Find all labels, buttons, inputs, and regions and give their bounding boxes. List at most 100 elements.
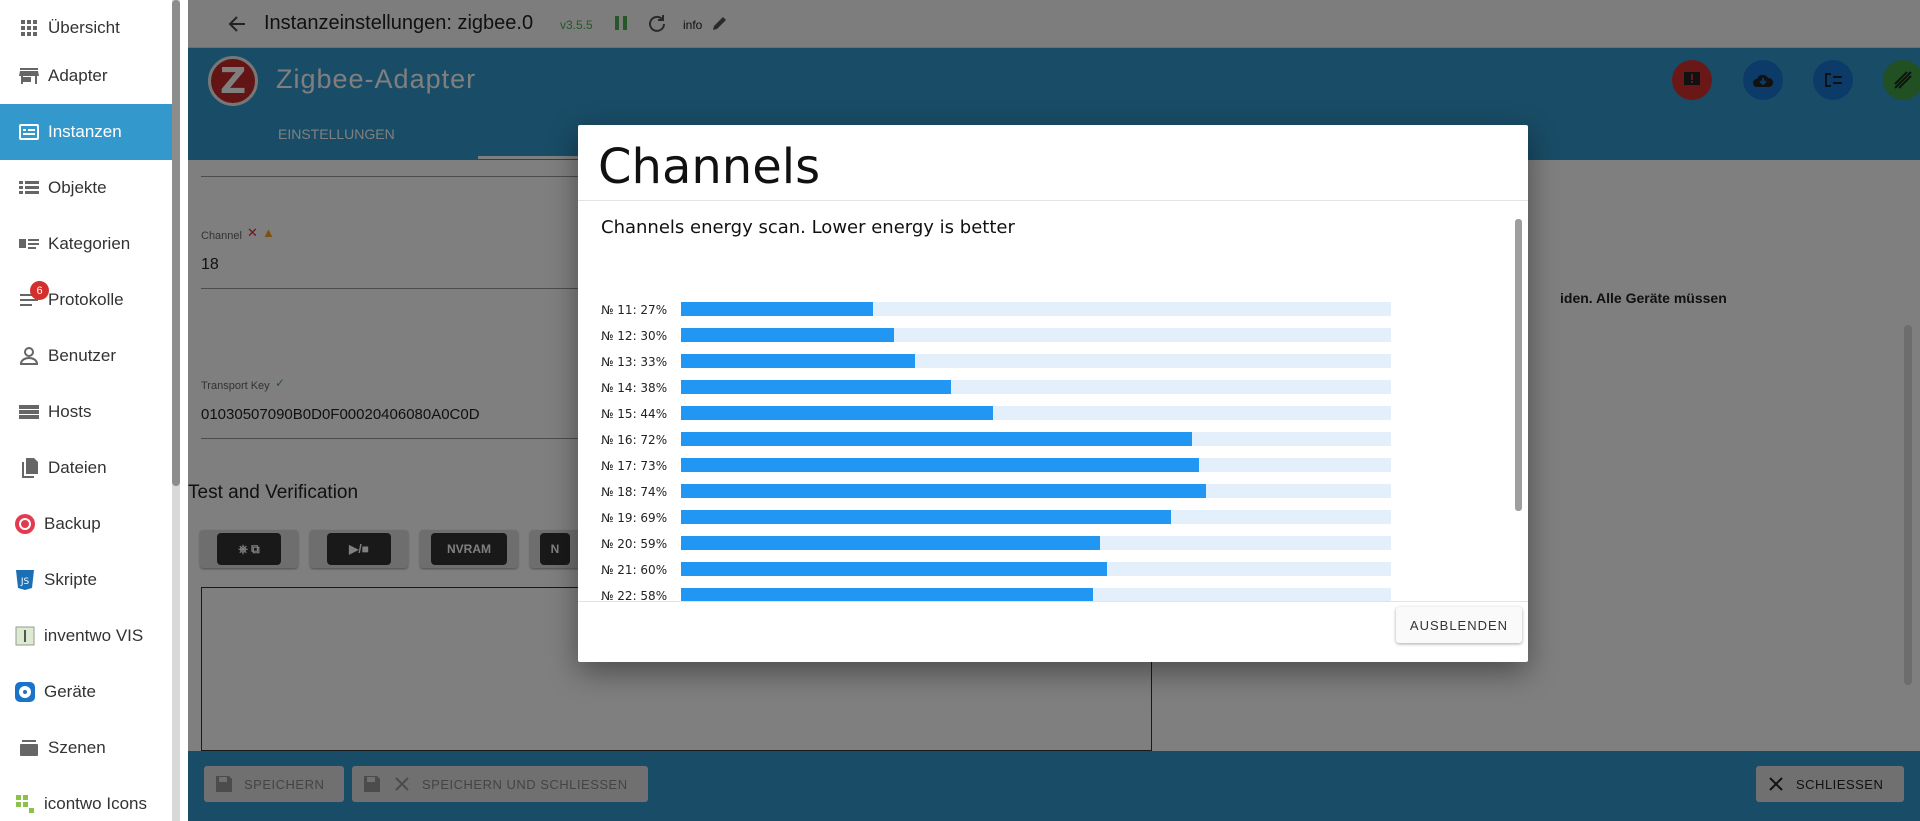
sidebar-item-files[interactable]: Dateien bbox=[0, 440, 172, 496]
backup-icon bbox=[14, 513, 36, 535]
channel-energy-label: № 15: 44% bbox=[601, 407, 668, 421]
dialog-subtitle: Channels energy scan. Lower energy is be… bbox=[601, 217, 1015, 238]
channels-dialog: Channels Channels energy scan. Lower ene… bbox=[578, 125, 1528, 662]
sidebar-item-label: Geräte bbox=[44, 682, 96, 701]
sidebar-item-instances[interactable]: Instanzen bbox=[0, 104, 172, 160]
channel-energy-row: № 22: 58% bbox=[601, 586, 1401, 601]
sidebar-item-label: icontwo Icons bbox=[44, 794, 147, 813]
energy-bar-track bbox=[681, 380, 1391, 394]
app-root: Übersicht Adapter Instanzen Objekte Kate… bbox=[0, 0, 1920, 821]
sidebar-item-label: Skripte bbox=[44, 570, 97, 589]
dialog-actions-divider bbox=[578, 601, 1528, 602]
energy-bar-fill bbox=[681, 510, 1171, 524]
sidebar-scrollbar-thumb[interactable] bbox=[172, 0, 180, 486]
energy-bar-track bbox=[681, 328, 1391, 342]
channel-energy-label: № 17: 73% bbox=[601, 459, 668, 473]
sidebar-item-label: Protokolle bbox=[48, 290, 124, 309]
channel-energy-row: № 17: 73% bbox=[601, 456, 1401, 476]
devices-icon bbox=[14, 681, 36, 703]
channel-energy-row: № 19: 69% bbox=[601, 508, 1401, 528]
channel-energy-row: № 21: 60% bbox=[601, 560, 1401, 580]
sidebar-item-label: Adapter bbox=[48, 66, 108, 85]
sidebar-item-label: Benutzer bbox=[48, 346, 117, 365]
user-icon bbox=[18, 345, 40, 367]
icons-icon bbox=[14, 793, 36, 815]
apps-icon bbox=[18, 17, 40, 39]
channel-energy-label: № 21: 60% bbox=[601, 563, 668, 577]
sidebar-item-hosts[interactable]: Hosts bbox=[0, 384, 172, 440]
vis-icon bbox=[14, 625, 36, 647]
channel-energy-label: № 16: 72% bbox=[601, 433, 668, 447]
energy-bar-fill bbox=[681, 406, 994, 420]
sidebar-item-label: Kategorien bbox=[48, 234, 131, 253]
energy-bar-fill bbox=[681, 458, 1200, 472]
energy-bar-fill bbox=[681, 536, 1100, 550]
sidebar-item-label: Backup bbox=[44, 514, 101, 533]
energy-bar-fill bbox=[681, 562, 1107, 576]
hide-button[interactable]: AUSBLENDEN bbox=[1396, 607, 1522, 643]
js-icon: JS bbox=[14, 569, 36, 591]
energy-bar-fill bbox=[681, 588, 1093, 601]
energy-bar-fill bbox=[681, 432, 1193, 446]
sidebar-item-icontwo-icons[interactable]: icontwo Icons bbox=[0, 776, 172, 821]
sidebar-item-inventwo-vis[interactable]: inventwo VIS bbox=[0, 608, 172, 664]
channel-energy-label: № 20: 59% bbox=[601, 537, 668, 551]
channel-energy-label: № 14: 38% bbox=[601, 381, 668, 395]
channel-energy-label: № 19: 69% bbox=[601, 511, 668, 525]
dialog-scrollbar-thumb[interactable] bbox=[1515, 219, 1522, 511]
sidebar-item-label: Objekte bbox=[48, 178, 107, 197]
sidebar-item-devices[interactable]: Geräte bbox=[0, 664, 172, 720]
channel-energy-label: № 13: 33% bbox=[601, 355, 668, 369]
sidebar-item-label: Hosts bbox=[48, 402, 92, 421]
channel-energy-label: № 22: 58% bbox=[601, 589, 668, 601]
sidebar-item-objects[interactable]: Objekte bbox=[0, 160, 172, 216]
channel-energy-row: № 18: 74% bbox=[601, 482, 1401, 502]
sidebar-item-label: Szenen bbox=[48, 738, 106, 757]
sidebar-item-adapter[interactable]: Adapter bbox=[0, 48, 172, 104]
sidebar-item-backup[interactable]: Backup bbox=[0, 496, 172, 552]
files-icon bbox=[18, 457, 40, 479]
page-scrollbar-thumb[interactable] bbox=[1904, 325, 1912, 685]
channel-energy-row: № 11: 27% bbox=[601, 300, 1401, 320]
sidebar: Übersicht Adapter Instanzen Objekte Kate… bbox=[0, 0, 172, 821]
sidebar-item-scenes[interactable]: Szenen bbox=[0, 720, 172, 776]
energy-bar-track bbox=[681, 536, 1391, 550]
channel-energy-label: № 12: 30% bbox=[601, 329, 668, 343]
energy-bar-track bbox=[681, 354, 1391, 368]
energy-bar-track bbox=[681, 406, 1391, 420]
categories-icon bbox=[18, 233, 40, 255]
sidebar-item-label: inventwo VIS bbox=[44, 626, 144, 645]
sidebar-item-scripts[interactable]: JS Skripte bbox=[0, 552, 172, 608]
sidebar-item-label: Instanzen bbox=[48, 122, 122, 141]
notification-badge: 6 bbox=[30, 281, 49, 300]
energy-bar-track bbox=[681, 432, 1391, 446]
hosts-icon bbox=[18, 401, 40, 423]
energy-bar-fill bbox=[681, 354, 916, 368]
sidebar-item-label: Übersicht bbox=[48, 18, 120, 37]
list-icon bbox=[18, 177, 40, 199]
store-icon bbox=[18, 65, 40, 87]
sidebar-item-users[interactable]: Benutzer bbox=[0, 328, 172, 384]
energy-bar-fill bbox=[681, 380, 951, 394]
channel-energy-row: № 20: 59% bbox=[601, 534, 1401, 554]
channel-energy-row: № 14: 38% bbox=[601, 378, 1401, 398]
energy-bar-track bbox=[681, 562, 1391, 576]
energy-bar-track bbox=[681, 302, 1391, 316]
channel-energy-row: № 15: 44% bbox=[601, 404, 1401, 424]
instances-icon bbox=[18, 121, 40, 143]
energy-bar-track bbox=[681, 484, 1391, 498]
energy-bar-track bbox=[681, 458, 1391, 472]
channel-energy-row: № 12: 30% bbox=[601, 326, 1401, 346]
channel-energy-label: № 11: 27% bbox=[601, 303, 668, 317]
energy-bar-track bbox=[681, 588, 1391, 601]
svg-text:JS: JS bbox=[20, 577, 30, 587]
channel-energy-label: № 18: 74% bbox=[601, 485, 668, 499]
sidebar-item-categories[interactable]: Kategorien bbox=[0, 216, 172, 272]
channel-energy-row: № 16: 72% bbox=[601, 430, 1401, 450]
energy-bar-fill bbox=[681, 328, 894, 342]
energy-bar-fill bbox=[681, 302, 873, 316]
energy-bar-track bbox=[681, 510, 1391, 524]
dialog-title: Channels bbox=[598, 139, 821, 195]
sidebar-item-logs[interactable]: 6 Protokolle bbox=[0, 272, 172, 328]
channel-energy-row: № 13: 33% bbox=[601, 352, 1401, 372]
